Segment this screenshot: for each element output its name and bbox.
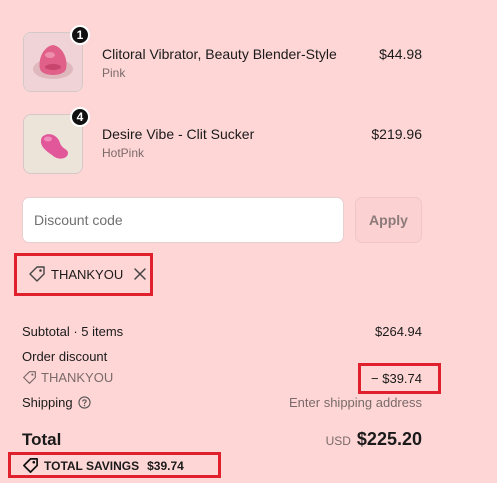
product-image: 1 (23, 25, 90, 92)
total-value: $225.20 (356, 429, 422, 449)
item-variant: HotPink (102, 146, 145, 160)
total-row: USD $225.20 (326, 429, 422, 450)
tag-icon (23, 371, 36, 384)
order-discount-code: THANKYOU (41, 370, 114, 385)
item-name: Clitoral Vibrator, Beauty Blender-Style (102, 46, 337, 62)
total-savings-label: TOTAL SAVINGS (44, 458, 140, 473)
shipping-label: Shipping (22, 395, 73, 410)
product-image: 4 (23, 107, 90, 174)
order-discount-label: Order discount (22, 349, 108, 364)
help-icon[interactable] (77, 396, 91, 409)
apply-discount-button[interactable]: Apply (355, 197, 422, 243)
item-name: Desire Vibe - Clit Sucker (102, 126, 255, 142)
currency-code: USD (325, 434, 351, 448)
item-variant: Pink (102, 66, 126, 80)
total-savings-value: $39.74 (147, 458, 184, 473)
savings-tag-icon (23, 458, 38, 473)
remove-discount-icon[interactable] (133, 267, 147, 281)
order-discount-value: − $39.74 (371, 371, 422, 386)
subtotal-value: $264.94 (375, 324, 422, 339)
shipping-value: Enter shipping address (289, 395, 422, 410)
total-label: Total (22, 430, 62, 449)
order-discount-code-row: THANKYOU (22, 370, 113, 385)
item-price: $44.98 (379, 46, 422, 62)
shipping-row: Shipping (22, 395, 91, 410)
applied-discount-chip: THANKYOU (28, 258, 147, 290)
quantity-badge: 1 (70, 25, 90, 45)
tag-icon (29, 266, 45, 282)
item-price: $219.96 (371, 126, 422, 142)
subtotal-label: Subtotal · 5 items (22, 324, 124, 339)
discount-code-input[interactable] (22, 197, 344, 243)
total-savings-row: TOTAL SAVINGS $39.74 (22, 457, 184, 474)
applied-discount-code: THANKYOU (51, 266, 124, 282)
quantity-badge: 4 (70, 107, 90, 127)
